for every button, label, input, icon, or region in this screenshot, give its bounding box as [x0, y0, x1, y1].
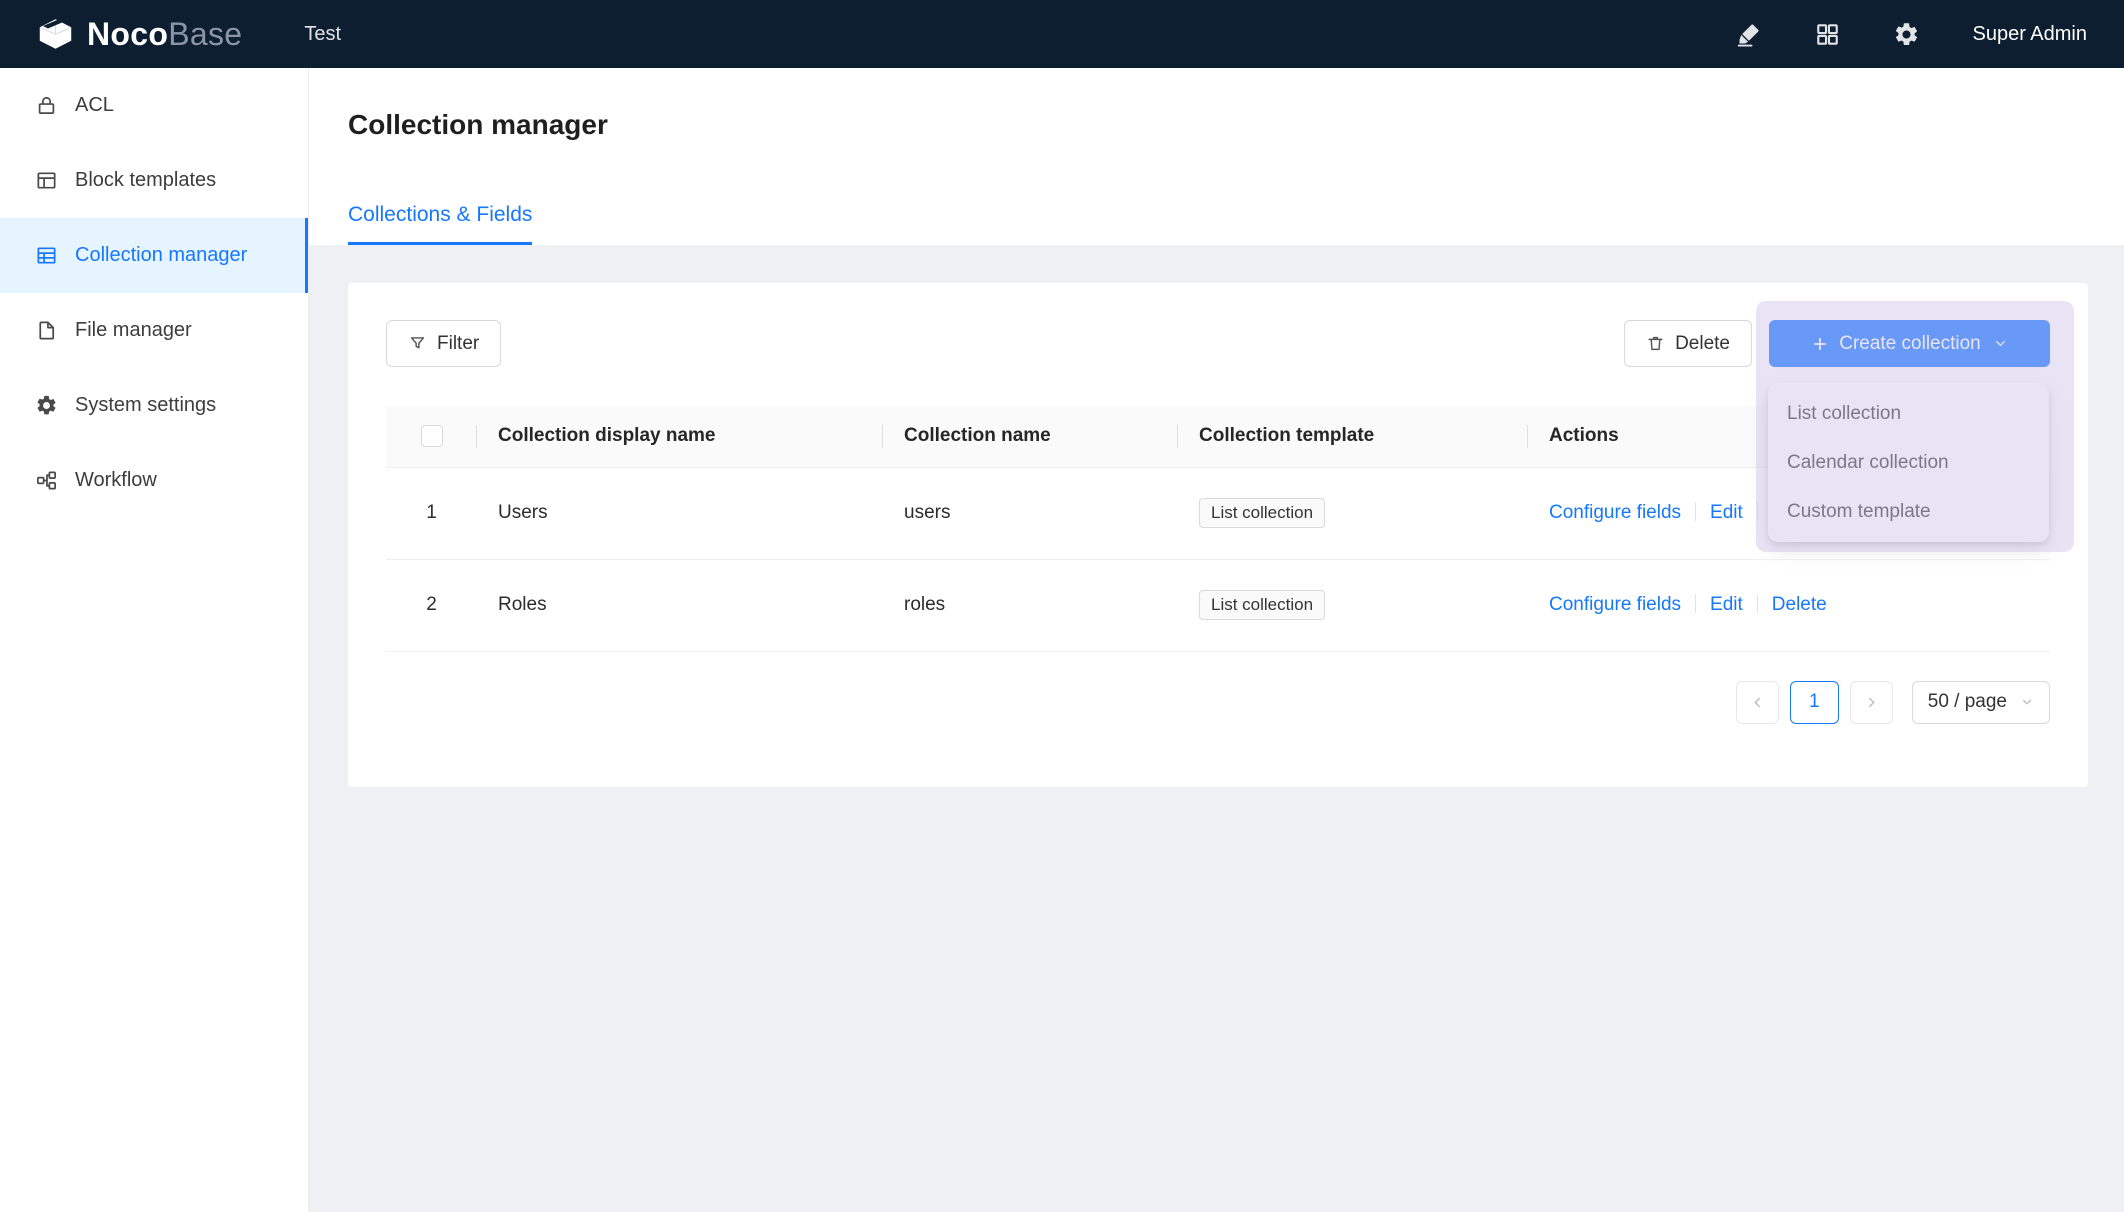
delete-button[interactable]: Delete	[1624, 320, 1752, 367]
sidebar-item-label: Collection manager	[75, 244, 247, 267]
page-size-select[interactable]: 50 / page	[1912, 681, 2050, 724]
menu-item-list-collection[interactable]: List collection	[1768, 389, 2049, 438]
select-all-checkbox[interactable]	[421, 425, 443, 447]
toolbar-right: Delete Create collection	[1624, 320, 2050, 367]
action-divider	[1757, 502, 1758, 521]
settings-icon[interactable]	[1893, 21, 1920, 48]
sidebar-item-workflow[interactable]: Workflow	[0, 443, 308, 518]
sidebar-item-label: ACL	[75, 94, 114, 117]
sidebar-item-collection-manager[interactable]: Collection manager	[0, 218, 308, 293]
plus-icon	[1811, 335, 1829, 353]
chevron-right-icon	[1864, 695, 1879, 710]
topbar-menu: Test	[298, 0, 347, 68]
action-divider	[1695, 594, 1696, 613]
row-index: 1	[386, 467, 477, 559]
chevron-down-icon	[2020, 695, 2034, 709]
lock-icon	[35, 94, 58, 117]
cell-display-name: Users	[477, 467, 883, 559]
action-divider	[1695, 502, 1696, 521]
tab-collections-and-fields[interactable]: Collections & Fields	[348, 203, 532, 245]
cell-template: List collection	[1178, 467, 1528, 559]
menu-item-calendar-collection[interactable]: Calendar collection	[1768, 438, 2049, 487]
header-checkbox-cell	[386, 406, 477, 467]
sidebar-item-label: Block templates	[75, 169, 216, 192]
delete-link[interactable]: Delete	[1772, 594, 1827, 615]
sidebar-item-block-templates[interactable]: Block templates	[0, 143, 308, 218]
edit-link[interactable]: Edit	[1710, 502, 1743, 523]
sidebar-item-label: File manager	[75, 319, 192, 342]
filter-icon	[408, 334, 427, 353]
pagination-next-button[interactable]	[1850, 681, 1893, 724]
nocobase-logo[interactable]: NocoBase	[37, 16, 242, 53]
sidebar-item-acl[interactable]: ACL	[0, 68, 308, 143]
cell-name: users	[883, 467, 1178, 559]
cell-display-name: Roles	[477, 559, 883, 651]
plugin-manager-icon[interactable]	[1814, 21, 1841, 48]
template-tag: List collection	[1199, 590, 1325, 620]
action-divider	[1757, 594, 1758, 613]
menu-item-custom-template[interactable]: Custom template	[1768, 487, 2049, 536]
gear-icon	[35, 394, 58, 417]
brand-text: NocoBase	[87, 16, 242, 53]
cell-template: List collection	[1178, 559, 1528, 651]
sidebar-item-label: System settings	[75, 394, 216, 417]
template-tag: List collection	[1199, 498, 1325, 528]
filter-button[interactable]: Filter	[386, 320, 501, 367]
card-toolbar: Filter Delete Create collection	[386, 320, 2050, 367]
column-template: Collection template	[1178, 406, 1528, 467]
workflow-icon	[35, 469, 58, 492]
topbar-right: Super Admin	[1735, 21, 2087, 48]
app-root: NocoBase Test Super Admin ACL Block temp…	[0, 0, 2124, 1212]
sidebar-item-system-settings[interactable]: System settings	[0, 368, 308, 443]
current-user[interactable]: Super Admin	[1972, 23, 2087, 46]
page-header: Collection manager Collections & Fields	[309, 68, 2124, 245]
configure-fields-link[interactable]: Configure fields	[1549, 502, 1681, 523]
page-title: Collection manager	[348, 108, 2124, 142]
edit-link[interactable]: Edit	[1710, 594, 1743, 615]
nocobase-logo-icon	[37, 17, 74, 51]
column-name: Collection name	[883, 406, 1178, 467]
sidebar: ACL Block templates Collection manager F…	[0, 68, 309, 1212]
pagination: 1 50 / page	[386, 681, 2050, 724]
chevron-down-icon	[1993, 336, 2008, 351]
file-icon	[35, 319, 58, 342]
main-area: Collection manager Collections & Fields …	[309, 68, 2124, 1212]
sidebar-item-file-manager[interactable]: File manager	[0, 293, 308, 368]
cell-name: roles	[883, 559, 1178, 651]
layout-icon	[35, 169, 58, 192]
ui-editor-icon[interactable]	[1735, 21, 1762, 48]
row-index: 2	[386, 559, 477, 651]
cell-actions: Configure fields Edit Delete	[1528, 559, 2050, 651]
pagination-prev-button[interactable]	[1736, 681, 1779, 724]
sidebar-item-label: Workflow	[75, 469, 157, 492]
topbar-menu-item-test[interactable]: Test	[298, 23, 347, 46]
topbar: NocoBase Test Super Admin	[0, 0, 2124, 68]
pagination-page-1[interactable]: 1	[1790, 681, 1839, 724]
create-collection-menu: List collection Calendar collection Cust…	[1768, 383, 2049, 542]
create-collection-button[interactable]: Create collection	[1769, 320, 2050, 367]
chevron-left-icon	[1750, 695, 1765, 710]
table-row: 2 Roles roles List collection Configure …	[386, 559, 2050, 651]
configure-fields-link[interactable]: Configure fields	[1549, 594, 1681, 615]
trash-icon	[1646, 334, 1665, 353]
column-display-name: Collection display name	[477, 406, 883, 467]
collection-icon	[35, 244, 58, 267]
